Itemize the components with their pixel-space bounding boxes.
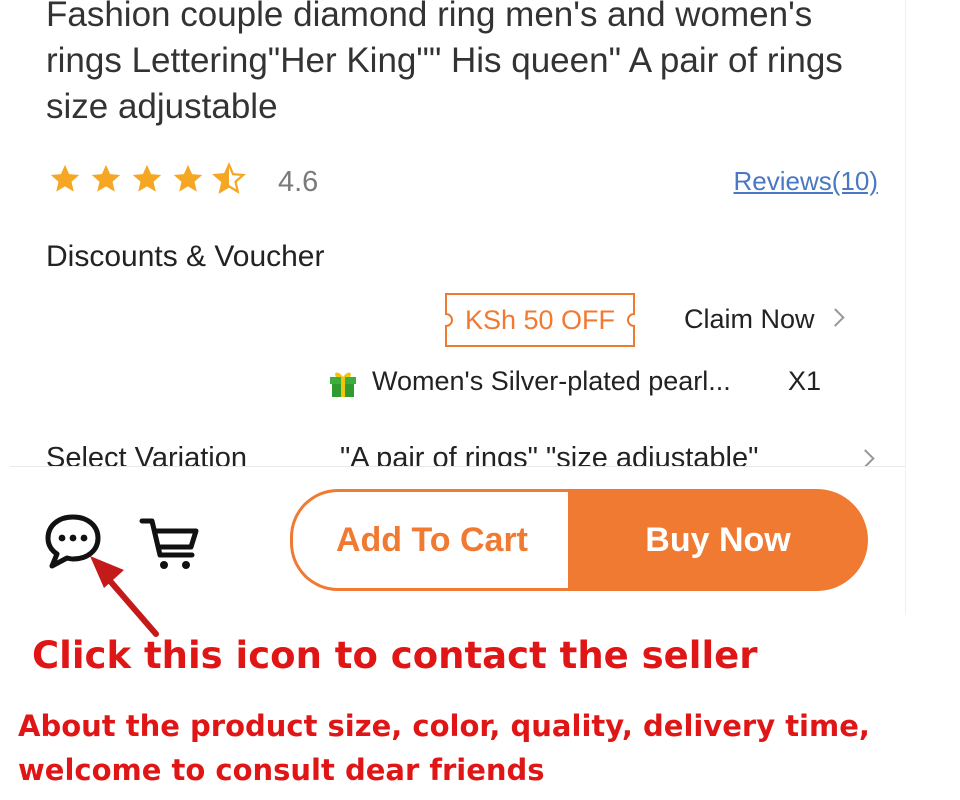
reviews-link[interactable]: Reviews(10) [734, 166, 879, 197]
chat-bubble-icon[interactable] [40, 509, 106, 575]
gift-icon [330, 372, 356, 397]
claim-now-label: Claim Now [684, 304, 815, 334]
cta-group: Add To Cart Buy Now [290, 489, 868, 591]
buy-now-button[interactable]: Buy Now [568, 489, 868, 591]
add-to-cart-button[interactable]: Add To Cart [290, 489, 571, 591]
gift-description: Women's Silver-plated pearl... [372, 366, 731, 396]
chevron-right-icon [856, 449, 875, 468]
voucher-amount: KSh 50 OFF [464, 305, 616, 335]
shopping-cart-icon[interactable] [138, 511, 202, 575]
voucher-badge[interactable]: KSh 50 OFF [444, 292, 636, 348]
rating-stars [48, 162, 253, 196]
annotation-title: Click this icon to contact the seller [32, 634, 758, 677]
star-icon [50, 164, 80, 192]
annotation-line-1: About the product size, color, quality, … [18, 709, 870, 743]
bottom-action-bar: Add To Cart Buy Now [10, 466, 905, 615]
chevron-right-icon [825, 308, 845, 327]
gift-row: Women's Silver-plated pearl... X1 [328, 364, 848, 404]
annotation-line-2: welcome to consult dear friends [18, 753, 545, 787]
product-detail-panel: Fashion couple diamond ring men's and wo… [10, 0, 906, 615]
gift-quantity: X1 [788, 366, 822, 396]
star-icon [91, 164, 121, 192]
rating-row: 4.6 Reviews(10) [48, 162, 878, 202]
discounts-label: Discounts & Voucher [46, 240, 325, 273]
product-title: Fashion couple diamond ring men's and wo… [46, 0, 843, 126]
voucher-row: KSh 50 OFF Claim Now [444, 292, 874, 352]
half-star-icon [212, 162, 246, 194]
star-icon [173, 164, 203, 192]
annotation-body: About the product size, color, quality, … [18, 704, 948, 792]
rating-value: 4.6 [278, 166, 319, 198]
claim-now-button[interactable]: Claim Now [684, 304, 845, 335]
star-icon [132, 164, 162, 192]
